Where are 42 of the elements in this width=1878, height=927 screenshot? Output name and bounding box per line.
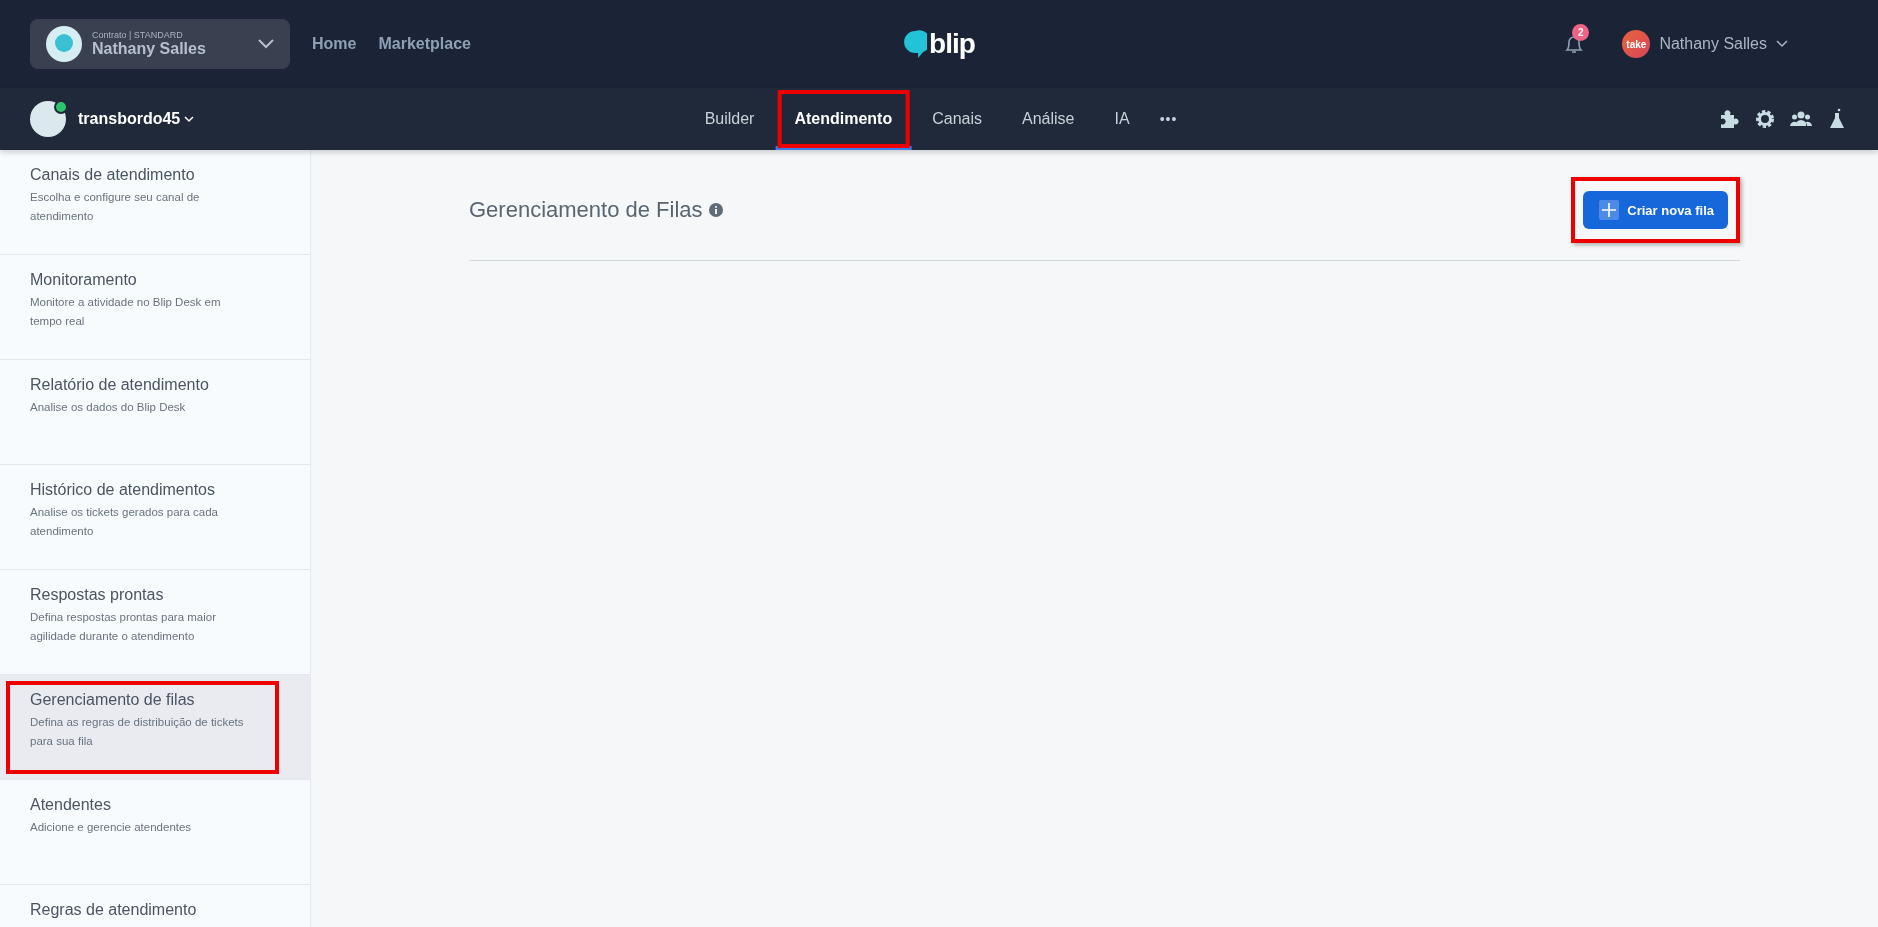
item-description: Defina as regras de distribuição de tickets para sua fila — [30, 715, 245, 749]
nav-tab[interactable]: IA — [1095, 88, 1149, 150]
item-title: Monitoramento — [30, 271, 138, 289]
logo-text: blip — [929, 28, 975, 60]
item-description: Adicione e gerencie atendentes — [30, 820, 193, 835]
user-avatar: take — [1622, 30, 1651, 58]
item-description: Analise os dados do Blip Desk — [30, 400, 187, 415]
item-title: Relatório de atendimento — [30, 376, 210, 394]
chevron-down-icon — [258, 39, 274, 49]
chevron-down-icon — [184, 115, 195, 123]
item-description: Monitore a atividade no Blip Desk em tempo real — [30, 295, 222, 329]
plus-icon — [1599, 200, 1620, 220]
info-icon[interactable] — [708, 203, 723, 217]
contract-label: Contrato | STANDARD — [92, 30, 184, 40]
item-description: Analise os tickets gerados para cada atendimento — [30, 505, 219, 539]
item-title: Histórico de atendimentos — [30, 481, 216, 499]
nav-link[interactable]: Marketplace — [378, 35, 471, 53]
nav-tab[interactable]: Canais — [913, 88, 1002, 150]
nav-link[interactable]: Home — [312, 35, 357, 53]
nav-tab[interactable]: Builder — [685, 88, 774, 150]
item-title: Regras de atendimento — [30, 901, 198, 919]
chevron-down-icon — [1776, 40, 1788, 48]
sidebar-item[interactable]: Gerenciamento de filas Defina as regras de distribuição de tickets para sua fila — [0, 675, 310, 780]
bot-name[interactable]: transbordo45 — [78, 110, 181, 128]
item-title: Canais de atendimento — [30, 166, 196, 184]
nav-tab[interactable]: Análise — [1003, 88, 1094, 150]
puzzle-icon[interactable] — [1718, 108, 1740, 130]
user-name: Nathany Salles — [1659, 35, 1767, 53]
page-title: Gerenciamento de Filas — [469, 197, 703, 223]
item-title: Gerenciamento de filas — [30, 691, 196, 709]
user-menu[interactable]: take Nathany Salles — [1622, 30, 1788, 58]
create-queue-button[interactable]: Criar nova fila — [1583, 191, 1728, 229]
item-title: Atendentes — [30, 796, 112, 814]
contract-selector[interactable]: Contrato | STANDARD Nathany Salles — [30, 19, 290, 69]
contract-name: Nathany Salles — [92, 40, 207, 58]
settings-icon[interactable] — [1754, 108, 1776, 130]
nav-tab[interactable]: Atendimento — [775, 88, 912, 150]
item-description: Defina respostas prontas para maior agilidade durante o atendimento — [30, 610, 217, 644]
item-description: Escolha e configure seu canal de atendimento — [30, 190, 201, 224]
item-title: Respostas prontas — [30, 586, 165, 604]
notification-badge: 2 — [1572, 24, 1590, 41]
more-button[interactable]: ••• — [1149, 88, 1188, 150]
